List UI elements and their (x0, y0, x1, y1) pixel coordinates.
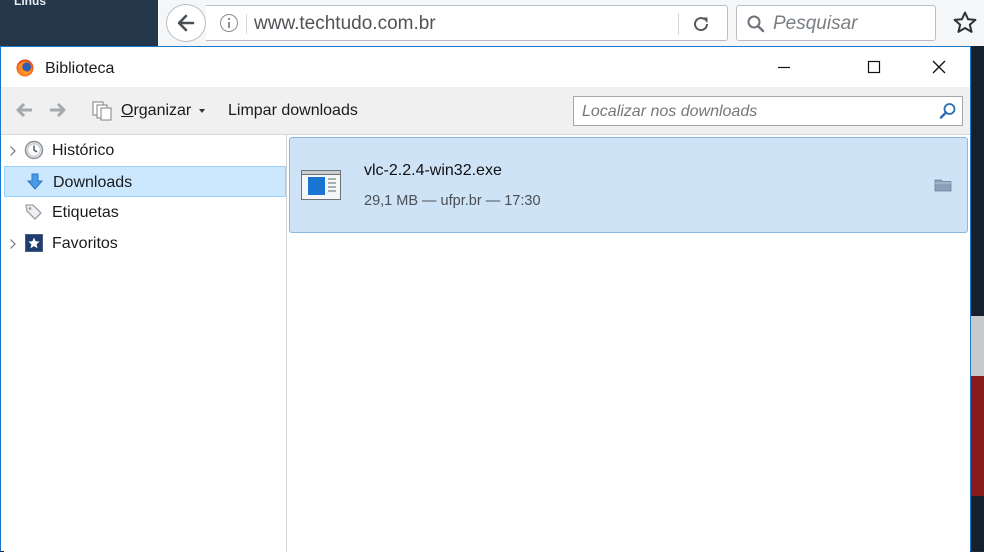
sidebar-item-downloads[interactable]: Downloads (4, 166, 286, 197)
background-page: Linus (0, 0, 158, 46)
background-page-edge (970, 46, 984, 551)
close-button[interactable] (916, 47, 962, 87)
minimize-icon (778, 66, 790, 69)
download-arrow-icon (26, 173, 44, 190)
maximize-icon (867, 60, 881, 74)
background-image-fragment (970, 316, 984, 376)
sidebar-item-label: Favoritos (52, 235, 118, 252)
browser-search-bar[interactable] (736, 5, 936, 41)
back-arrow-icon (177, 14, 195, 32)
download-item[interactable]: vlc-2.2.4-win32.exe 29,1 MB — ufpr.br — … (289, 137, 968, 233)
download-status: 29,1 MB — ufpr.br — 17:30 (364, 193, 541, 209)
background-image-fragment (970, 376, 984, 496)
sidebar-item-label: Downloads (53, 174, 133, 191)
bookmark-star-icon[interactable] (952, 10, 978, 36)
maximize-button[interactable] (851, 47, 897, 87)
dropdown-caret-icon (199, 109, 205, 113)
executable-file-icon (301, 170, 341, 200)
downloads-search-input[interactable] (580, 101, 934, 123)
window-title: Biblioteca (45, 60, 115, 77)
url-separator (246, 14, 247, 34)
chevron-right-icon[interactable] (9, 145, 17, 157)
sidebar-item-tags[interactable]: Etiquetas (4, 197, 286, 228)
clock-icon (24, 140, 44, 160)
reload-icon[interactable] (690, 13, 712, 35)
browser-back-button[interactable] (166, 4, 206, 42)
sidebar-item-label: Etiquetas (52, 204, 119, 221)
search-icon (747, 15, 765, 33)
sidebar-item-bookmarks[interactable]: Favoritos (4, 228, 286, 259)
tag-icon (25, 204, 42, 220)
search-icon[interactable] (939, 102, 957, 120)
sidebar-item-label: Histórico (52, 142, 115, 159)
url-text[interactable]: www.techtudo.com.br (254, 13, 436, 35)
clear-downloads-button[interactable]: Limpar downloads (228, 102, 358, 120)
organize-label: rganizar (133, 102, 192, 119)
organize-icon (92, 101, 112, 121)
back-arrow-icon[interactable] (14, 101, 34, 119)
star-bookmark-icon (25, 234, 43, 252)
library-toolbar: Organizar Limpar downloads (1, 87, 970, 135)
library-window: Biblioteca Organizar Limpar downloads Lo… (0, 46, 971, 552)
downloads-search-box[interactable] (573, 96, 963, 126)
reload-separator (678, 13, 679, 35)
url-bar[interactable]: www.techtudo.com.br (206, 5, 728, 41)
library-sidebar: Histórico Downloads Etiquetas Favoritos (4, 135, 287, 552)
browser-search-input[interactable] (771, 11, 935, 37)
download-filename: vlc-2.2.4-win32.exe (364, 162, 502, 179)
sidebar-item-history[interactable]: Histórico (4, 135, 286, 166)
organize-accesskey: O (121, 102, 134, 119)
minimize-button[interactable] (761, 47, 807, 87)
organize-button[interactable]: Organizar (121, 102, 191, 120)
folder-icon[interactable] (934, 178, 952, 192)
info-icon[interactable] (220, 14, 238, 32)
forward-arrow-icon[interactable] (48, 101, 68, 119)
title-bar[interactable]: Biblioteca (1, 47, 970, 87)
firefox-logo-icon (16, 59, 34, 77)
downloads-list: vlc-2.2.4-win32.exe 29,1 MB — ufpr.br — … (287, 135, 970, 552)
close-icon (932, 60, 946, 74)
chevron-right-icon[interactable] (9, 238, 17, 250)
background-text: Linus (14, 0, 46, 8)
